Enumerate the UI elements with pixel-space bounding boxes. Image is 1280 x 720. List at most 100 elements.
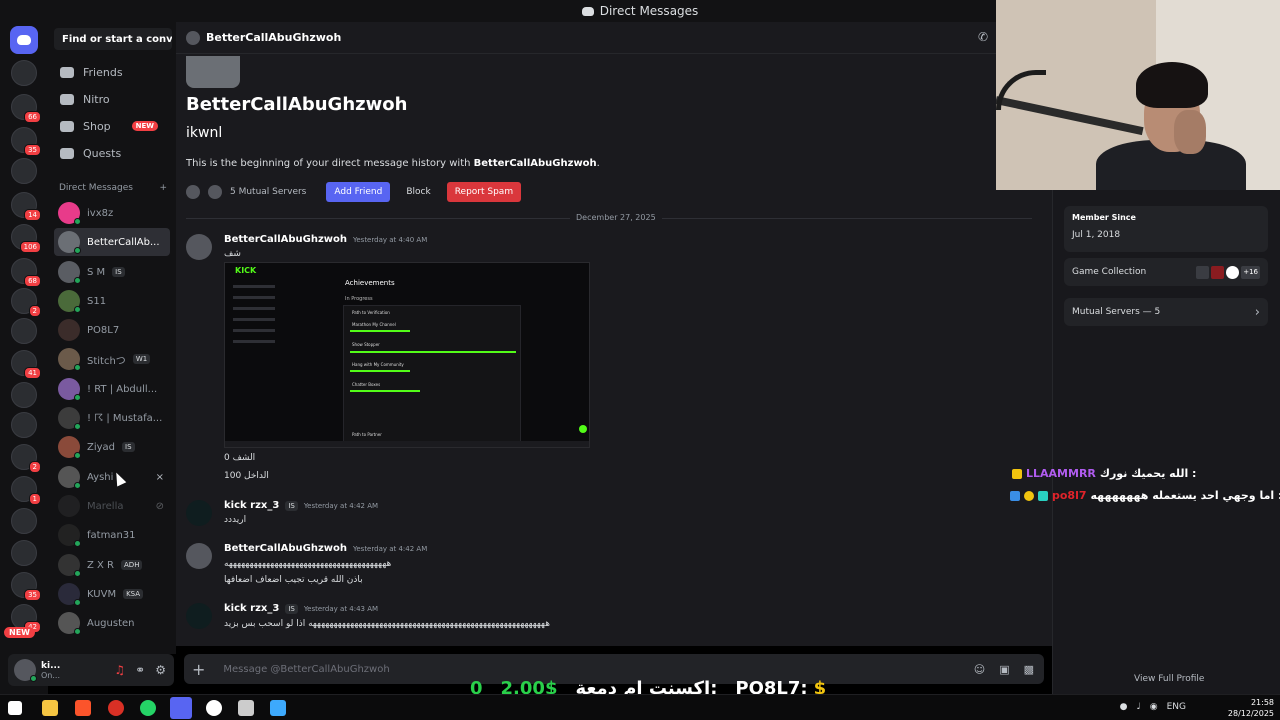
progress-bar — [350, 330, 410, 332]
badge-icon — [1024, 490, 1034, 501]
discord-taskbar-icon[interactable] — [170, 697, 192, 719]
attachment-item: Path to Partner — [352, 432, 382, 437]
emoji-icon[interactable]: ☺ — [974, 663, 985, 676]
call-icon[interactable]: ✆ — [978, 30, 988, 44]
volume-icon[interactable]: ♩ — [1136, 702, 1140, 712]
clan-tag: IS — [285, 500, 298, 511]
image-attachment[interactable]: KICK Achievements In Progress Path to Ve… — [224, 262, 590, 448]
network-icon[interactable]: ◉ — [1150, 702, 1158, 712]
dm-item[interactable]: S11 — [54, 287, 170, 315]
message-avatar[interactable] — [186, 603, 212, 629]
mic-icon[interactable]: ● — [1120, 702, 1128, 712]
message-author[interactable]: BetterCallAbuGhzwoh — [224, 543, 347, 554]
server-icon[interactable] — [11, 318, 37, 344]
dm-item[interactable]: Ziyad IS — [54, 433, 170, 461]
dm-item[interactable]: PO8L7 — [54, 316, 170, 344]
avatar[interactable] — [14, 659, 37, 682]
member-since-label: Member Since — [1072, 213, 1136, 222]
dm-item[interactable]: BetterCallAb... — [54, 228, 170, 256]
game-icon — [1196, 265, 1210, 279]
server-icon[interactable] — [11, 540, 37, 566]
settings-icon[interactable] — [238, 700, 254, 716]
whatsapp-icon[interactable] — [140, 700, 156, 716]
message-avatar[interactable] — [186, 234, 212, 260]
gift-icon[interactable]: ▩ — [1024, 663, 1034, 676]
profile-avatar — [186, 56, 240, 88]
file-explorer-icon[interactable] — [42, 700, 58, 716]
search-input[interactable]: Find or start a convers... — [54, 28, 172, 50]
server-icon[interactable] — [11, 508, 37, 534]
recipient-name[interactable]: BetterCallAbuGhzwoh — [206, 31, 341, 44]
headphones-icon[interactable]: ⚭ — [135, 663, 145, 677]
app-icon[interactable] — [108, 700, 124, 716]
app-icon[interactable] — [270, 700, 286, 716]
server-icon[interactable] — [11, 382, 37, 408]
brave-icon[interactable] — [75, 700, 91, 716]
server-icon[interactable]: 106 — [11, 224, 41, 253]
message-author[interactable]: BetterCallAbuGhzwoh — [224, 234, 347, 245]
nav-friends[interactable]: Friends — [56, 59, 170, 85]
dm-item[interactable]: ! RT | Abdull... — [54, 375, 170, 403]
attachment-taskbar — [225, 441, 589, 447]
nav-shop[interactable]: Shop NEW — [56, 113, 170, 139]
message-avatar[interactable] — [186, 500, 212, 526]
server-icon[interactable] — [11, 412, 37, 438]
dm-item[interactable]: KUVM KSA — [54, 580, 170, 608]
create-dm-button[interactable]: + — [159, 183, 167, 193]
lang-indicator[interactable]: ENG — [1167, 702, 1186, 712]
dm-item[interactable]: S M IS — [54, 258, 170, 286]
status-dot — [74, 277, 81, 284]
server-icon[interactable] — [11, 60, 37, 86]
view-full-profile-link[interactable]: View Full Profile — [1134, 674, 1204, 684]
message-time: Yesterday at 4:40 AM — [353, 235, 428, 244]
dm-item[interactable]: Stitchつ W1 — [54, 345, 170, 373]
clock[interactable]: 21:58 28/12/2025 — [1228, 697, 1274, 719]
dm-item[interactable]: ivx8z — [54, 199, 170, 227]
dm-item[interactable]: ! ☈ | Mustafa... — [54, 404, 170, 432]
add-attachment-icon[interactable]: + — [192, 660, 205, 679]
member-since-card: Member Since Jul 1, 2018 — [1064, 206, 1268, 252]
game-collection[interactable]: Game Collection +16 — [1064, 258, 1268, 286]
block-button[interactable]: Block — [398, 182, 438, 202]
mutual-servers-link[interactable]: 5 Mutual Servers — [230, 187, 306, 197]
dm-item[interactable]: fatman31 — [54, 521, 170, 549]
server-icon[interactable]: 35 — [11, 572, 41, 601]
server-icon[interactable]: 35 — [11, 127, 41, 156]
report-spam-button[interactable]: Report Spam — [446, 182, 522, 202]
discord-icon — [581, 6, 594, 16]
server-icon[interactable]: 2 — [11, 288, 41, 317]
home-button[interactable] — [10, 26, 38, 54]
message-avatar[interactable] — [186, 543, 212, 569]
dm-item[interactable]: Marella ⊘ — [54, 492, 170, 520]
message-time: Yesterday at 4:42 AM — [303, 501, 379, 510]
server-icon[interactable]: 66 — [11, 94, 41, 123]
server-icon[interactable]: 1 — [11, 476, 41, 505]
nav-label: Quests — [83, 146, 122, 160]
close-dm-icon[interactable]: × — [156, 472, 164, 483]
sticker-icon[interactable]: ▣ — [999, 663, 1009, 676]
avatar — [58, 612, 81, 635]
add-friend-button[interactable]: Add Friend — [326, 182, 391, 202]
server-icon[interactable] — [11, 158, 37, 184]
dm-name: ! ☈ | Mustafa... — [87, 412, 163, 424]
chat-message: اما وجهي احد يستعمله هههههههه : — [1090, 489, 1280, 502]
mic-muted-icon[interactable]: ♫ — [114, 663, 125, 677]
dm-item[interactable]: Augusten — [54, 609, 170, 637]
server-icon[interactable]: 14 — [11, 192, 41, 221]
server-icon[interactable]: 68 — [11, 258, 41, 287]
mutual-servers-button[interactable]: Mutual Servers — 5 › — [1064, 298, 1268, 326]
server-icon[interactable]: 41 — [11, 350, 41, 379]
dm-header-label: Direct Messages — [59, 183, 133, 193]
nav-nitro[interactable]: Nitro — [56, 86, 170, 112]
server-icon[interactable]: 2 — [11, 444, 41, 473]
message-author[interactable]: kick rzx_3 — [224, 500, 279, 511]
obs-icon[interactable] — [206, 700, 222, 716]
gear-icon[interactable]: ⚙ — [155, 663, 166, 677]
intro-name: BetterCallAbuGhzwoh — [473, 158, 597, 169]
message-author[interactable]: kick rzx_3 — [224, 603, 279, 614]
dm-item[interactable]: Z X R ADH — [54, 551, 170, 579]
progress-bar — [350, 370, 410, 372]
attachment-item: Show Stopper — [352, 342, 380, 347]
nav-quests[interactable]: Quests — [56, 140, 170, 166]
windows-start-icon[interactable] — [8, 701, 22, 715]
